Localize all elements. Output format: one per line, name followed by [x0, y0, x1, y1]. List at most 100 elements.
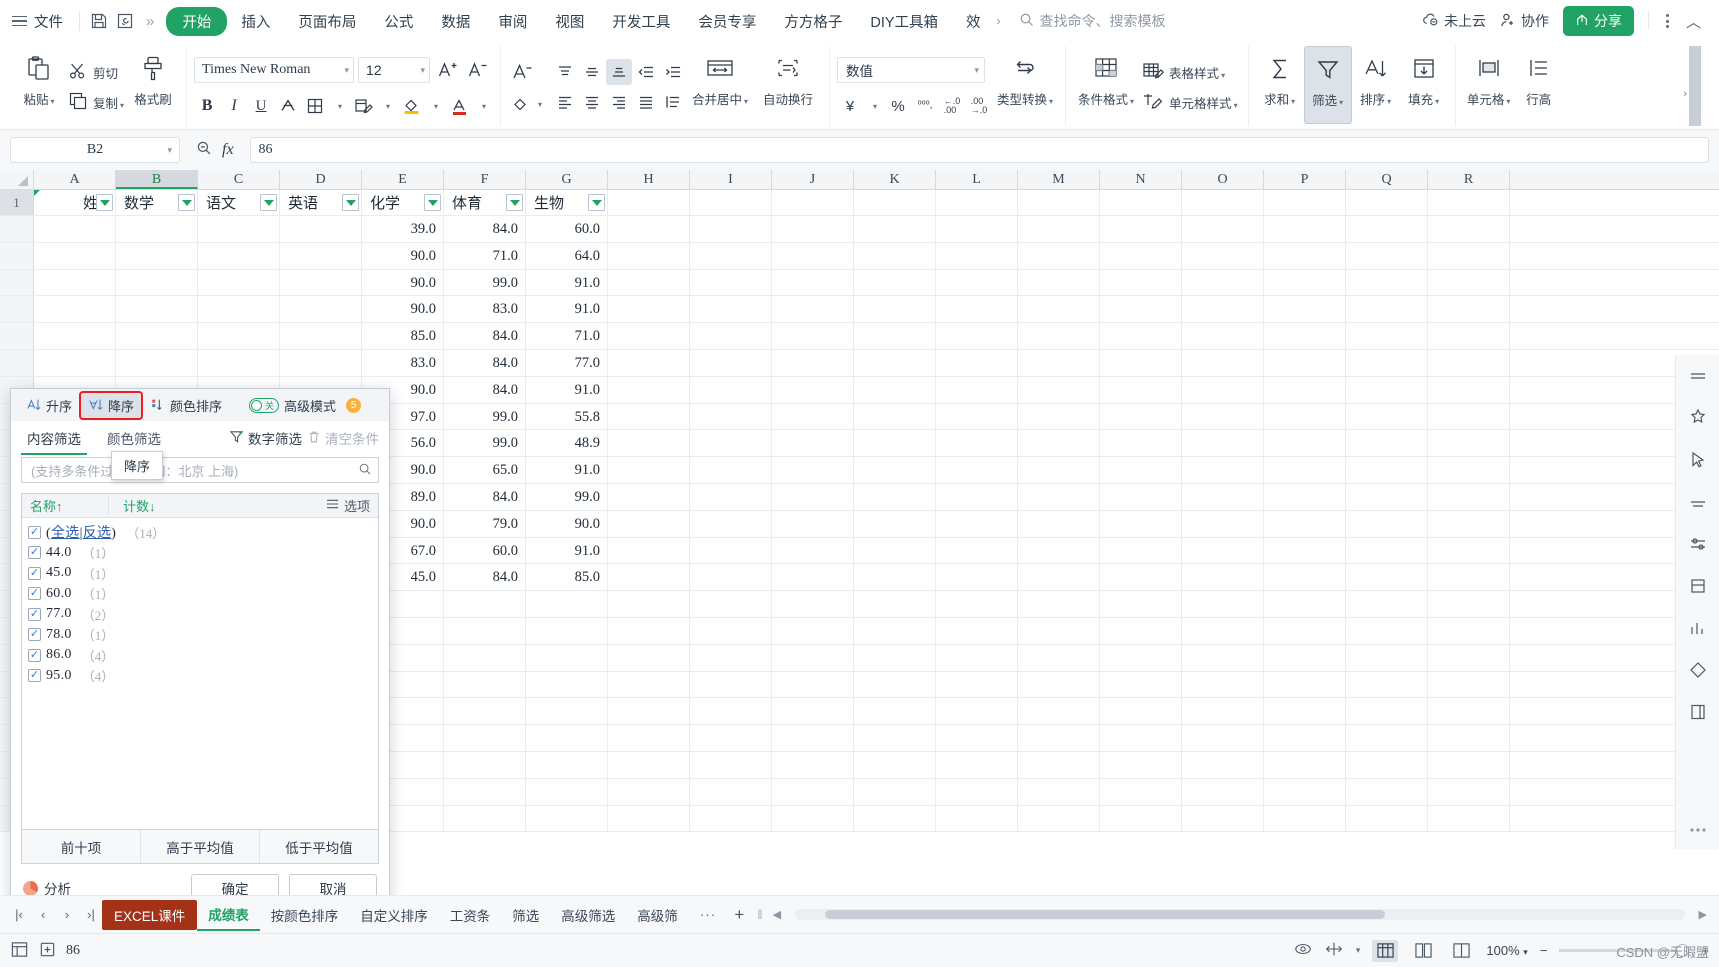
filter-list-item[interactable]: ✓ 45.0 （1）	[28, 563, 378, 584]
grid-cell[interactable]: 90.0	[526, 510, 608, 537]
checkbox[interactable]: ✓	[28, 546, 41, 560]
align-middle-button[interactable]	[579, 59, 605, 85]
grid-cell[interactable]	[444, 805, 526, 832]
grid-cell[interactable]: 85.0	[362, 323, 444, 349]
grid-cell[interactable]	[936, 778, 1018, 805]
grid-cell[interactable]	[936, 403, 1018, 430]
cell-j1[interactable]	[772, 190, 854, 215]
grid-cell[interactable]: 99.0	[444, 403, 526, 430]
grid-cell[interactable]	[444, 644, 526, 671]
grid-cell[interactable]	[854, 591, 936, 617]
grid-cell[interactable]	[1100, 671, 1182, 698]
cell-p1[interactable]	[1264, 190, 1346, 215]
column-header-i[interactable]: I	[690, 170, 772, 189]
comma-format-button[interactable]: ⁰⁰⁰,	[912, 93, 938, 119]
grid-cell[interactable]	[1100, 403, 1182, 430]
column-header-l[interactable]: L	[936, 170, 1018, 189]
grid-cell[interactable]	[936, 430, 1018, 457]
decrease-decimal-button[interactable]: .00 →.0	[966, 93, 992, 119]
grid-cell[interactable]	[936, 483, 1018, 510]
grid-cell[interactable]	[608, 805, 690, 832]
grid-cell[interactable]	[1182, 430, 1264, 457]
cell-o1[interactable]	[1182, 190, 1264, 215]
filter-sort-by-name[interactable]: 名称↑	[30, 496, 108, 515]
grid-cell[interactable]	[608, 644, 690, 671]
save-icon[interactable]	[86, 8, 112, 34]
grid-cell[interactable]	[690, 778, 772, 805]
grid-cell[interactable]	[608, 296, 690, 323]
fill-color-dropdown-icon[interactable]: ▾	[425, 93, 445, 119]
add-sheet-button[interactable]: +	[727, 903, 751, 927]
collaborate-button[interactable]: 协作	[1500, 11, 1549, 31]
grid-cell[interactable]	[854, 376, 936, 403]
quick-access-more-icon[interactable]: »	[138, 13, 162, 30]
grid-cell[interactable]	[1182, 671, 1264, 698]
column-header-o[interactable]: O	[1182, 170, 1264, 189]
tab-overflow-icon[interactable]: ›	[995, 14, 1005, 28]
grid-cell[interactable]	[526, 778, 608, 805]
filter-list-item[interactable]: ✓ 77.0 （2）	[28, 604, 378, 625]
percent-format-button[interactable]: %	[885, 93, 911, 119]
slider-settings-icon[interactable]	[1683, 529, 1713, 559]
grid-cell[interactable]	[1182, 644, 1264, 671]
grid-cell[interactable]	[690, 483, 772, 510]
grid-cell[interactable]	[1346, 751, 1428, 778]
hscroll-right-icon[interactable]: ▶	[1695, 908, 1711, 921]
format-painter-button[interactable]: 格式刷	[127, 46, 179, 124]
grid-cell[interactable]	[1100, 617, 1182, 644]
strikethrough-button[interactable]	[275, 93, 301, 119]
minimize-pane-icon[interactable]	[1683, 361, 1713, 391]
page-break-view-button[interactable]	[1448, 940, 1474, 962]
grid-cell[interactable]	[1100, 698, 1182, 725]
grid-cell[interactable]	[854, 323, 936, 349]
grid-cell[interactable]	[526, 671, 608, 698]
grid-cell[interactable]	[608, 349, 690, 376]
grid-cell[interactable]	[1264, 216, 1346, 242]
grid-cell[interactable]	[690, 403, 772, 430]
type-convert-button[interactable]: 类型转换 ▾	[992, 46, 1058, 124]
align-right-button[interactable]	[606, 89, 632, 115]
column-header-f[interactable]: F	[444, 170, 526, 189]
grid-cell[interactable]	[1018, 242, 1100, 269]
checkbox[interactable]: ✓	[28, 587, 41, 601]
tab-developer-tools[interactable]: 开发工具	[598, 7, 684, 36]
advanced-mode-toggle[interactable]: 关 高级模式 5	[249, 396, 362, 415]
grid-cell[interactable]	[1182, 564, 1264, 591]
header-cell-name[interactable]: 姓名	[34, 190, 116, 215]
tab-page-layout[interactable]: 页面布局	[284, 7, 370, 36]
align-bottom-button[interactable]	[606, 59, 633, 85]
grid-cell[interactable]	[936, 698, 1018, 725]
grid-cell[interactable]	[1346, 564, 1428, 591]
grid-cell[interactable]	[1428, 457, 1510, 483]
grid-cell[interactable]	[690, 617, 772, 644]
grid-cell[interactable]	[1018, 537, 1100, 564]
grid-cell[interactable]: 99.0	[526, 483, 608, 510]
bold-button[interactable]: B	[194, 93, 220, 119]
quick-above-average-button[interactable]: 高于平均值	[141, 830, 260, 863]
header-cell-biology[interactable]: 生物	[526, 190, 608, 215]
grid-cell[interactable]	[1428, 510, 1510, 537]
hscroll-thumb[interactable]	[825, 910, 1386, 919]
grid-cell[interactable]	[116, 216, 198, 242]
sheet-tab-custom-sort[interactable]: 自定义排序	[349, 900, 439, 930]
grid-cell[interactable]: 99.0	[444, 430, 526, 457]
increase-decimal-button[interactable]: ←.0.00	[939, 93, 965, 119]
grid-cell[interactable]	[1346, 216, 1428, 242]
select-all-corner[interactable]	[0, 170, 34, 189]
grid-cell[interactable]: 79.0	[444, 510, 526, 537]
column-header-r[interactable]: R	[1428, 170, 1510, 189]
checkbox[interactable]: ✓	[28, 566, 41, 580]
grid-cell[interactable]	[936, 296, 1018, 323]
grid-cell[interactable]	[1018, 698, 1100, 725]
grid-cell[interactable]	[1428, 725, 1510, 751]
grid-cell[interactable]	[1264, 725, 1346, 751]
grid-cell[interactable]	[936, 242, 1018, 269]
grid-cell[interactable]	[1100, 376, 1182, 403]
grid-cell[interactable]: 77.0	[526, 349, 608, 376]
filter-list-item[interactable]: ✓ 95.0 （4）	[28, 666, 378, 687]
format-brush-icon[interactable]	[1683, 487, 1713, 517]
grid-cell[interactable]: 71.0	[526, 323, 608, 349]
grid-cell[interactable]	[1182, 242, 1264, 269]
grid-cell[interactable]	[690, 349, 772, 376]
grid-cell[interactable]	[772, 671, 854, 698]
